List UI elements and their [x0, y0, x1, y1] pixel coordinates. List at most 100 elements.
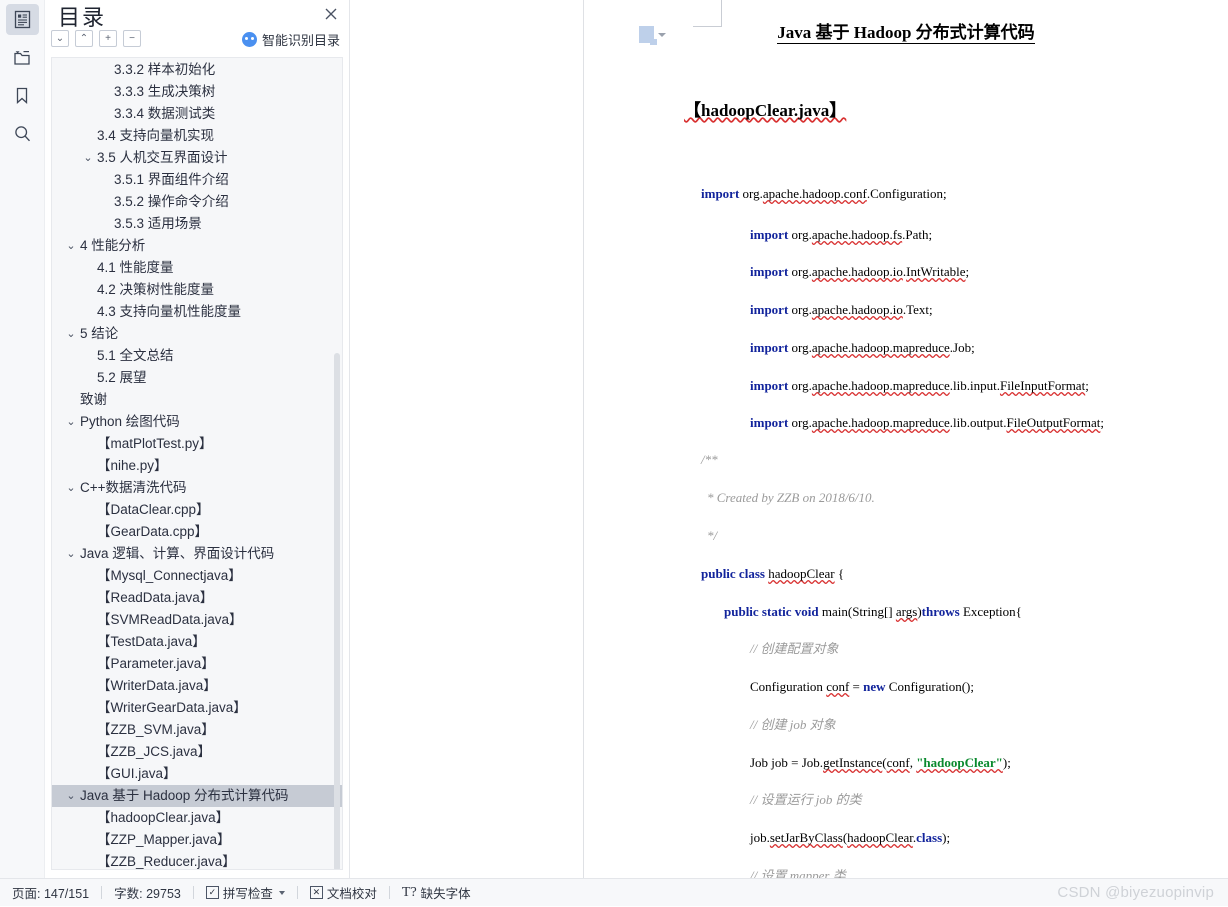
toc-panel: 目录 ⌄ ⌃ + − 智能识别目录 3.3.2 样本初始化 3.3.3 生成决策… [45, 0, 350, 878]
increase-level-button[interactable]: + [99, 30, 117, 47]
toc-item[interactable]: 【Mysql_Connectjava】 [52, 565, 342, 587]
chevron-down-icon[interactable]: ⌄ [64, 785, 78, 807]
toc-scrollbar[interactable] [334, 353, 340, 869]
status-missing-font[interactable]: T? 缺失字体 [390, 879, 483, 907]
toc-item[interactable]: 【hadoopClear.java】 [52, 807, 342, 829]
toc-item-label: 【SVMReadData.java】 [97, 612, 243, 627]
toc-item[interactable]: ⌄ 3.5 人机交互界面设计 [52, 147, 342, 169]
chevron-down-icon[interactable]: ⌄ [64, 323, 78, 345]
toc-item[interactable]: ⌄ 4 性能分析 [52, 235, 342, 257]
toc-item[interactable]: 4.2 决策树性能度量 [52, 279, 342, 301]
toc-item[interactable]: 3.4 支持向量机实现 [52, 125, 342, 147]
toc-item[interactable]: 【SVMReadData.java】 [52, 609, 342, 631]
smart-toc-label: 智能识别目录 [261, 33, 340, 48]
code-token: import [701, 186, 740, 201]
chevron-down-icon: ⌄ [55, 32, 65, 44]
toc-item[interactable]: 【ReadData.java】 [52, 587, 342, 609]
toc-item[interactable]: 5.1 全文总结 [52, 345, 342, 367]
code-line: Configuration conf = new Configuration()… [750, 679, 974, 695]
code-token: org. [788, 415, 812, 430]
code-token: // 设置 mapper 类 [750, 868, 846, 878]
toc-item[interactable]: 【nihe.py】 [52, 455, 342, 477]
code-token: IntWritable [906, 264, 966, 279]
toc-item[interactable]: 3.5.3 适用场景 [52, 213, 342, 235]
code-token: org. [788, 302, 812, 317]
toc-item-label: 3.3.3 生成决策树 [114, 84, 216, 99]
toc-item[interactable]: 【ZZP_Mapper.java】 [52, 829, 342, 851]
toc-item[interactable]: 致谢 [52, 389, 342, 411]
chevron-down-icon[interactable]: ⌄ [64, 543, 78, 565]
code-token: import [750, 302, 789, 317]
toc-item[interactable]: 【ZZB_JCS.java】 [52, 741, 342, 763]
rail-button-search[interactable] [6, 118, 39, 149]
decrease-level-button[interactable]: − [123, 30, 141, 47]
toc-item[interactable]: ⌄ 5 结论 [52, 323, 342, 345]
toc-item[interactable]: 【WriterGearData.java】 [52, 697, 342, 719]
chevron-down-icon[interactable]: ⌄ [64, 235, 78, 257]
toc-item[interactable]: 【WriterData.java】 [52, 675, 342, 697]
toc-item[interactable]: 【GearData.cpp】 [52, 521, 342, 543]
code-token: .Text; [902, 302, 933, 317]
smart-toc-button[interactable]: 智能识别目录 [241, 30, 340, 49]
chevron-down-icon[interactable]: ⌄ [64, 411, 78, 433]
toc-item[interactable]: 5.2 展望 [52, 367, 342, 389]
document-page[interactable]: Java 基于 Hadoop 分布式计算代码 【hadoopClear.java… [584, 0, 1228, 878]
toc-item[interactable]: ⌄ Java 基于 Hadoop 分布式计算代码 [52, 785, 342, 807]
document-title: Java 基于 Hadoop 分布式计算代码 [777, 23, 1035, 44]
code-token: FileInputFormat [999, 378, 1086, 393]
toc-item-label: 3.3.4 数据测试类 [114, 106, 216, 121]
code-line: Job job = Job.getInstance(conf, "hadoopC… [750, 755, 1011, 771]
toc-item[interactable]: 【matPlotTest.py】 [52, 433, 342, 455]
rail-button-folder[interactable] [6, 42, 39, 73]
toc-item[interactable]: 4.1 性能度量 [52, 257, 342, 279]
toc-item[interactable]: 3.3.4 数据测试类 [52, 103, 342, 125]
toc-item-label: 4.2 决策树性能度量 [97, 282, 215, 297]
collapse-all-button[interactable]: ⌄ [51, 30, 69, 47]
code-token: hadoopClear [768, 566, 835, 581]
search-icon [13, 124, 32, 143]
toc-item[interactable]: ⌄ Python 绘图代码 [52, 411, 342, 433]
toc-item[interactable]: 【GUI.java】 [52, 763, 342, 785]
toc-item[interactable]: 3.3.3 生成决策树 [52, 81, 342, 103]
toc-item[interactable]: 3.3.2 样本初始化 [52, 59, 342, 81]
code-token: Configuration(); [885, 679, 974, 694]
code-line: job.setJarByClass(hadoopClear.class); [750, 830, 950, 846]
toc-item[interactable]: ⌄ Java 逻辑、计算、界面设计代码 [52, 543, 342, 565]
code-token: conf [886, 755, 910, 770]
watermark: CSDN @biyezuopinvip [1057, 884, 1214, 901]
toc-item[interactable]: ⌄ C++数据清洗代码 [52, 477, 342, 499]
toc-item[interactable]: 【Parameter.java】 [52, 653, 342, 675]
rail-button-bookmark[interactable] [6, 80, 39, 111]
wps-writer-window: 目录 ⌄ ⌃ + − 智能识别目录 3.3.2 样本初始化 3.3.3 生成决策… [0, 0, 1228, 906]
toc-item-label: 3.5.3 适用场景 [114, 216, 202, 231]
status-proofread[interactable]: ✕ 文档校对 [298, 879, 389, 907]
outline-icon [13, 10, 32, 29]
code-line: // 创建配置对象 [750, 641, 838, 657]
toc-item[interactable]: 【DataClear.cpp】 [52, 499, 342, 521]
toc-item[interactable]: 4.3 支持向量机性能度量 [52, 301, 342, 323]
code-token: class [916, 830, 943, 845]
expand-all-button[interactable]: ⌃ [75, 30, 93, 47]
toc-item[interactable]: 【TestData.java】 [52, 631, 342, 653]
toc-item[interactable]: 3.5.2 操作命令介绍 [52, 191, 342, 213]
toc-item-label: C++数据清洗代码 [80, 480, 187, 495]
code-token: ; [965, 264, 970, 279]
toc-item-label: 3.5.2 操作命令介绍 [114, 194, 229, 209]
toc-item-label: 【ReadData.java】 [97, 590, 214, 605]
toc-item[interactable]: 【ZZB_Reducer.java】 [52, 851, 342, 869]
close-icon[interactable] [322, 5, 340, 23]
chevron-down-icon[interactable]: ⌄ [81, 147, 95, 169]
toc-item-label: 【ZZB_SVM.java】 [97, 722, 215, 737]
code-token: Exception{ [959, 604, 1022, 619]
code-line: import org.apache.hadoop.conf.Configurat… [701, 186, 947, 202]
code-line: import org.apache.hadoop.io.IntWritable; [750, 264, 969, 280]
toc-item-label: 3.3.2 样本初始化 [114, 62, 216, 77]
toc-item[interactable]: 3.5.1 界面组件介绍 [52, 169, 342, 191]
status-spellcheck[interactable]: ✓ 拼写检查 [194, 879, 297, 907]
code-token: public class [701, 566, 765, 581]
missing-font-label: 缺失字体 [420, 887, 471, 901]
chevron-down-icon[interactable]: ⌄ [64, 477, 78, 499]
code-line: public class hadoopClear { [701, 566, 844, 582]
rail-button-outline[interactable] [5, 4, 39, 35]
toc-item[interactable]: 【ZZB_SVM.java】 [52, 719, 342, 741]
